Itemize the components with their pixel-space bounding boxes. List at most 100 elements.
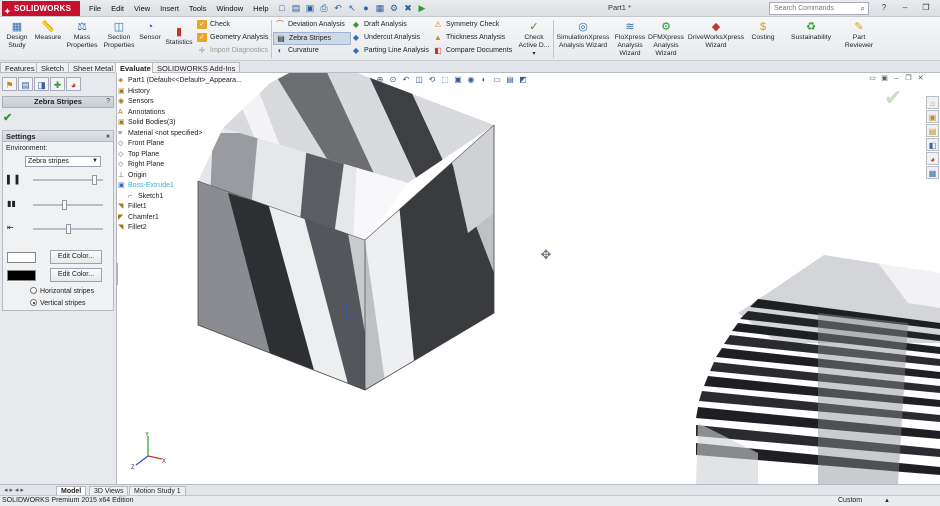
tree-item-part[interactable]: ◈ Part1 (Default<<Default>_Appeara... [118, 76, 242, 87]
tree-item-chamfer[interactable]: ◤ Chamfer1 [118, 213, 242, 224]
save-icon[interactable]: ▣ [304, 2, 316, 14]
view-orientation-icon[interactable]: ⬚ [439, 74, 451, 85]
appearances-icon[interactable]: ◕ [926, 152, 939, 165]
minimize-button[interactable]: – [895, 1, 915, 15]
stripe-precision-slider[interactable] [33, 224, 103, 234]
tile-view-icon[interactable]: ▣ [880, 74, 889, 83]
search-icon[interactable]: ⌕ [861, 3, 865, 14]
sustainability-button[interactable]: ♻ Sustainability [786, 21, 836, 42]
deviation-analysis-button[interactable]: ⌒ Deviation Analysis [275, 19, 345, 30]
restore-view-icon[interactable]: ❐ [904, 74, 913, 83]
solidworks-logo[interactable]: ✦ SOLIDWORKS [2, 1, 80, 16]
draft-analysis-button[interactable]: ◆ Draft Analysis [351, 19, 407, 30]
import-diagnostics-button[interactable]: ✚ Import Diagnostics [197, 45, 268, 56]
undo-icon[interactable]: ↶ [332, 2, 344, 14]
tab-sketch[interactable]: Sketch [36, 62, 69, 73]
search-commands-input[interactable]: Search Commands ⌕ [769, 2, 869, 15]
compare-documents-button[interactable]: ◧ Compare Documents [433, 45, 512, 56]
horizontal-stripes-radio[interactable]: Horizontal stripes [30, 287, 94, 296]
tree-item-history[interactable]: ▣ History [118, 87, 242, 98]
simulationxpress-button[interactable]: ◎ SimulationXpress Analysis Wizard [554, 21, 612, 50]
menu-file[interactable]: File [84, 2, 106, 15]
property-manager-tab-icon[interactable]: ▤ [18, 77, 33, 91]
dfmxpress-button[interactable]: ⚙ DFMXpress Analysis Wizard [648, 21, 684, 58]
hide-show-items-icon[interactable]: ◉ [465, 74, 477, 85]
display-pane-icon[interactable]: ◩ [517, 74, 529, 85]
section-view-icon[interactable]: ◫ [413, 74, 425, 85]
edit-appearance-icon[interactable]: ◐ [478, 74, 490, 85]
edit-color-button-1[interactable]: Edit Color... [50, 250, 102, 264]
menu-insert[interactable]: Insert [155, 2, 184, 15]
chevron-up-icon[interactable]: ▲ [884, 496, 890, 506]
tab-features[interactable]: Features [0, 62, 40, 73]
tree-item-sketch[interactable]: ⌐ Sketch1 [118, 192, 242, 203]
custom-properties-icon[interactable]: ▦ [926, 166, 939, 179]
tab-evaluate[interactable]: Evaluate [115, 62, 156, 73]
file-properties-icon[interactable]: ▦ [374, 2, 386, 14]
confirmation-corner-ok-icon[interactable]: ✔ [884, 85, 902, 111]
rebuild-icon[interactable]: ● [360, 2, 372, 14]
stripe-width-slider[interactable] [33, 200, 103, 210]
part-reviewer-button[interactable]: ✎ Part Reviewer [842, 21, 876, 50]
feature-manager-tab-icon[interactable]: ⚑ [2, 77, 17, 91]
display-style-icon[interactable]: ▣ [452, 74, 464, 85]
graphics-viewport[interactable]: ◈ Part1 (Default<<Default>_Appeara... ▣ Hi… [118, 73, 940, 484]
tree-item-annotations[interactable]: A Annotations [118, 108, 242, 119]
tree-item-solid-bodies[interactable]: ▣ Solid Bodies(3) [118, 118, 242, 129]
check-active-document-button[interactable]: ✓ Check Active D... ▾ [516, 21, 552, 58]
curvature-button[interactable]: ◐ Curvature [275, 45, 319, 56]
dimxpert-tab-icon[interactable]: ✚ [50, 77, 65, 91]
symmetry-check-button[interactable]: ⚠ Symmetry Check [433, 19, 499, 30]
options-icon[interactable]: ⚙ [388, 2, 400, 14]
section-properties-button[interactable]: ◫ Section Properties [101, 21, 137, 50]
sensor-button[interactable]: ◔ Sensor [137, 21, 163, 42]
design-library-icon[interactable]: ▣ [926, 110, 939, 123]
undercut-analysis-button[interactable]: ◆ Undercut Analysis [351, 32, 420, 43]
split-view-icon[interactable]: ▭ [868, 74, 877, 83]
tab-solidworks-add-ins[interactable]: SOLIDWORKS Add-Ins [152, 62, 241, 73]
tree-item-sensors[interactable]: ◉ Sensors [118, 97, 242, 108]
tree-item-front-plane[interactable]: ◇ Front Plane [118, 139, 242, 150]
slider-knob[interactable] [65, 224, 71, 234]
file-explorer-icon[interactable]: ▤ [926, 124, 939, 137]
tab-sheet-metal[interactable]: Sheet Metal [68, 62, 119, 73]
dynamic-annotation-icon[interactable]: ⟲ [426, 74, 438, 85]
floxpress-button[interactable]: ≋ FloXpress Analysis Wizard [613, 21, 647, 58]
help-button[interactable]: ? [874, 1, 894, 15]
parting-line-analysis-button[interactable]: ◆ Parting Line Analysis [351, 45, 429, 56]
tree-item-origin[interactable]: ⊥ Origin [118, 171, 242, 182]
stripe-count-slider[interactable] [33, 175, 103, 185]
zoom-to-area-icon[interactable]: ⊙ [387, 74, 399, 85]
display-manager-tab-icon[interactable]: ◕ [66, 77, 81, 91]
apply-scene-icon[interactable]: ▭ [491, 74, 503, 85]
select-icon[interactable]: ↖ [346, 2, 358, 14]
statistics-button[interactable]: ▮ Statistics [164, 26, 194, 47]
close-view-icon[interactable]: ✕ [916, 74, 925, 83]
collapse-icon[interactable]: « [106, 131, 110, 142]
help-icon[interactable]: ? [106, 97, 110, 107]
tree-item-material[interactable]: ≡ Material <not specified> [118, 129, 242, 140]
geometry-analysis-button[interactable]: ✓ Geometry Analysis [197, 32, 268, 43]
minimize-view-icon[interactable]: – [892, 74, 901, 83]
view-settings-icon[interactable]: ▤ [504, 74, 516, 85]
ok-check-icon[interactable]: ✔ [3, 111, 12, 124]
open-icon[interactable]: ▤ [290, 2, 302, 14]
driveworksxpress-button[interactable]: ◆ DriveWorksXpress Wizard [686, 21, 746, 50]
new-document-icon[interactable]: □ [276, 2, 288, 14]
design-study-button[interactable]: ▦ Design Study [4, 21, 30, 50]
configuration-manager-tab-icon[interactable]: ◨ [34, 77, 49, 91]
settings-group-title[interactable]: Settings « [3, 131, 113, 142]
tree-item-right-plane[interactable]: ◇ Right Plane [118, 160, 242, 171]
menu-view[interactable]: View [129, 2, 155, 15]
edit-color-button-2[interactable]: Edit Color... [50, 268, 102, 282]
tree-item-top-plane[interactable]: ◇ Top Plane [118, 150, 242, 161]
menu-window[interactable]: Window [211, 2, 248, 15]
slider-knob[interactable] [62, 200, 68, 210]
previous-view-icon[interactable]: ↶ [400, 74, 412, 85]
unit-system-select[interactable]: Custom [838, 496, 862, 506]
tree-item-fillet1[interactable]: ◥ Fillet1 [118, 202, 242, 213]
tree-item-boss-extrude[interactable]: ▣ Boss-Extrude1 [118, 181, 242, 192]
menu-tools[interactable]: Tools [184, 2, 212, 15]
restore-button[interactable]: ❐ [916, 1, 936, 15]
mass-properties-button[interactable]: ⚖ Mass Properties [64, 21, 100, 50]
